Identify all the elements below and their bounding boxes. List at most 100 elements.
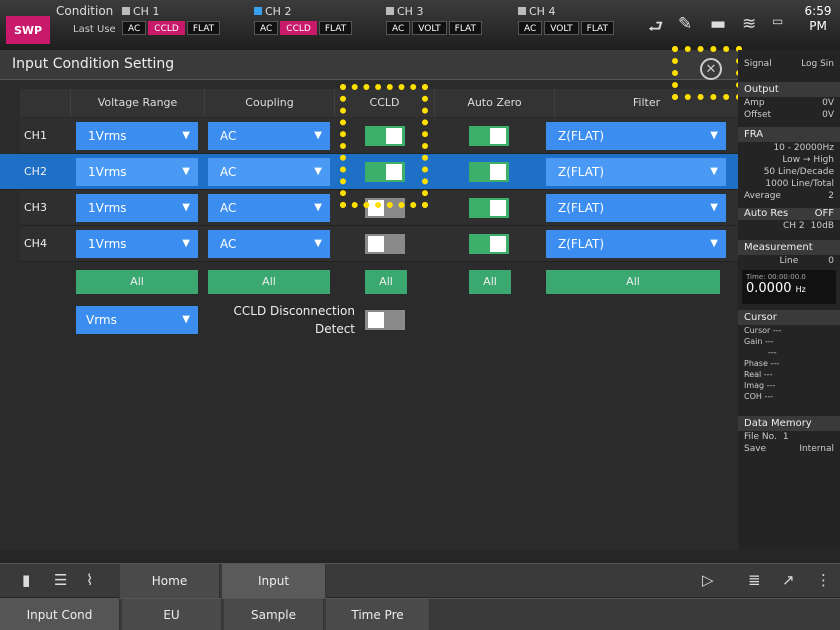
save-label: Save — [744, 444, 767, 454]
ccld-highlight-box — [340, 84, 428, 208]
printer-icon[interactable]: ▬ — [710, 14, 726, 34]
channel-status-ch4[interactable]: CH 4 AC VOLT FLAT — [518, 4, 615, 44]
ccld-all-button[interactable]: All — [365, 270, 407, 294]
filter-tag: FLAT — [186, 21, 221, 35]
filter-select[interactable]: Z(FLAT) ▼ — [546, 230, 726, 258]
cursor-rows: Cursor --- Gain --- --- Phase --- Real -… — [738, 325, 840, 402]
average-label: Average — [744, 191, 781, 201]
arrow-icon[interactable]: ↗ — [782, 571, 795, 589]
output-section[interactable]: Output — [738, 82, 840, 97]
auto-res-detail: CH 2 10dB — [738, 220, 840, 232]
menu-grid-icon[interactable]: ⋮ — [816, 571, 831, 589]
toggle-knob — [490, 128, 506, 144]
offset-value: 0V — [822, 110, 834, 120]
row-label: CH3 — [24, 201, 47, 214]
ccld-disconnection-toggle[interactable] — [365, 310, 405, 330]
coupling-select[interactable]: AC ▼ — [208, 230, 330, 258]
auto-zero-toggle[interactable] — [469, 234, 509, 254]
list-icon[interactable]: ☰ — [54, 571, 67, 589]
table-row-ch4[interactable]: CH4 1Vrms ▼ AC ▼ Z(FLAT) ▼ — [20, 226, 738, 262]
select-value: AC — [220, 237, 237, 251]
offset-row: Offset 0V — [738, 109, 840, 121]
coupling-select[interactable]: AC ▼ — [208, 194, 330, 222]
filter-select[interactable]: Z(FLAT) ▼ — [546, 122, 726, 150]
channel-status-ch1[interactable]: CH 1 AC CCLD FLAT — [122, 4, 221, 44]
cursor-section[interactable]: Cursor — [738, 310, 840, 325]
select-value: 1Vrms — [88, 129, 127, 143]
filter-tag: FLAT — [448, 21, 483, 35]
auto-res-section[interactable]: Auto Res OFF — [738, 208, 840, 220]
ccld-toggle[interactable] — [365, 234, 405, 254]
cursor-row: Real --- — [744, 369, 834, 380]
cursor-value: --- — [772, 326, 782, 335]
cursor-value: --- — [768, 348, 777, 357]
voltage-range-select[interactable]: 1Vrms ▼ — [76, 194, 198, 222]
select-value: 1Vrms — [88, 165, 127, 179]
row-label: CH4 — [24, 237, 47, 250]
voltage-range-select[interactable]: 1Vrms ▼ — [76, 158, 198, 186]
tab-input-cond[interactable]: Input Cond — [0, 599, 120, 630]
fra-total-lines: 1000 Line/Total — [765, 179, 834, 189]
coupling-all-button[interactable]: All — [208, 270, 330, 294]
signal-edit-icon[interactable]: ✎ — [678, 14, 692, 34]
coupling-tag: AC — [386, 21, 411, 35]
amp-label: Amp — [744, 98, 765, 108]
clock-time: 6:59 — [804, 4, 832, 18]
bar-chart-icon[interactable]: ▮ — [22, 571, 30, 589]
voltage-range-select[interactable]: 1Vrms ▼ — [76, 122, 198, 150]
cursor-row: Phase --- — [744, 358, 834, 369]
tab-eu[interactable]: EU — [122, 599, 222, 630]
coupling-select[interactable]: AC ▼ — [208, 122, 330, 150]
navigation-bar: ▮ ☰ ⌇ Home Input ▷ ≣ ↗ ⋮ — [0, 563, 840, 598]
select-value: 1Vrms — [88, 237, 127, 251]
waveform-icon[interactable]: ⌇ — [86, 571, 93, 589]
voltage-range-all-button[interactable]: All — [76, 270, 198, 294]
auto-zero-toggle[interactable] — [469, 162, 509, 182]
tab-sample[interactable]: Sample — [224, 599, 324, 630]
battery-icon: ▭ — [772, 14, 784, 28]
header-voltage-range: Voltage Range — [70, 89, 204, 117]
table-view-icon[interactable]: ≣ — [748, 571, 761, 589]
average-value: 2 — [828, 191, 834, 201]
tab-time-pre[interactable]: Time Pre — [326, 599, 430, 630]
voltage-range-select[interactable]: 1Vrms ▼ — [76, 230, 198, 258]
signal-row: Signal Log Sin — [738, 58, 840, 70]
meas-line-label: Line — [779, 256, 799, 266]
cursor-value: --- — [763, 370, 773, 379]
cursor-key: Imag — [744, 381, 765, 390]
fra-section[interactable]: FRA — [738, 127, 840, 142]
auto-zero-all-button[interactable]: All — [469, 270, 511, 294]
dropdown-arrow-icon: ▼ — [710, 130, 718, 141]
screen: SWP Condition Last Use CH 1 AC CCLD FLAT… — [0, 0, 840, 630]
channel-name: CH 3 — [397, 4, 424, 18]
signal-label: Signal — [744, 59, 772, 69]
coupling-tag: AC — [254, 21, 279, 35]
dropdown-arrow-icon: ▼ — [182, 130, 190, 141]
filter-select[interactable]: Z(FLAT) ▼ — [546, 158, 726, 186]
mode-badge[interactable]: SWP — [6, 16, 50, 44]
auto-zero-toggle[interactable] — [469, 198, 509, 218]
tab-home[interactable]: Home — [120, 564, 220, 598]
fra-lines-per-decade: 50 Line/Decade — [763, 167, 834, 177]
select-value: AC — [220, 129, 237, 143]
unit-select[interactable]: Vrms ▼ — [76, 306, 198, 334]
channel-status-ch2[interactable]: CH 2 AC CCLD FLAT — [254, 4, 353, 44]
condition-label: Condition — [56, 4, 114, 18]
tab-input[interactable]: Input — [222, 564, 326, 598]
measurement-section[interactable]: Measurement — [738, 240, 840, 255]
coupling-select[interactable]: AC ▼ — [208, 158, 330, 186]
play-icon[interactable]: ▷ — [702, 571, 714, 589]
filter-all-button[interactable]: All — [546, 270, 720, 294]
auto-zero-toggle[interactable] — [469, 126, 509, 146]
select-value: Z(FLAT) — [558, 129, 605, 143]
offset-label: Offset — [744, 110, 772, 120]
dropdown-arrow-icon: ▼ — [314, 238, 322, 249]
cursor-key: COH — [744, 392, 762, 401]
cursor-key: Cursor — [744, 326, 771, 335]
volt-tag: VOLT — [544, 21, 579, 35]
data-memory-section[interactable]: Data Memory — [738, 416, 840, 431]
dropdown-arrow-icon: ▼ — [182, 238, 190, 249]
filter-select[interactable]: Z(FLAT) ▼ — [546, 194, 726, 222]
channel-status-ch3[interactable]: CH 3 AC VOLT FLAT — [386, 4, 483, 44]
return-icon[interactable]: ⮐ — [648, 14, 663, 43]
